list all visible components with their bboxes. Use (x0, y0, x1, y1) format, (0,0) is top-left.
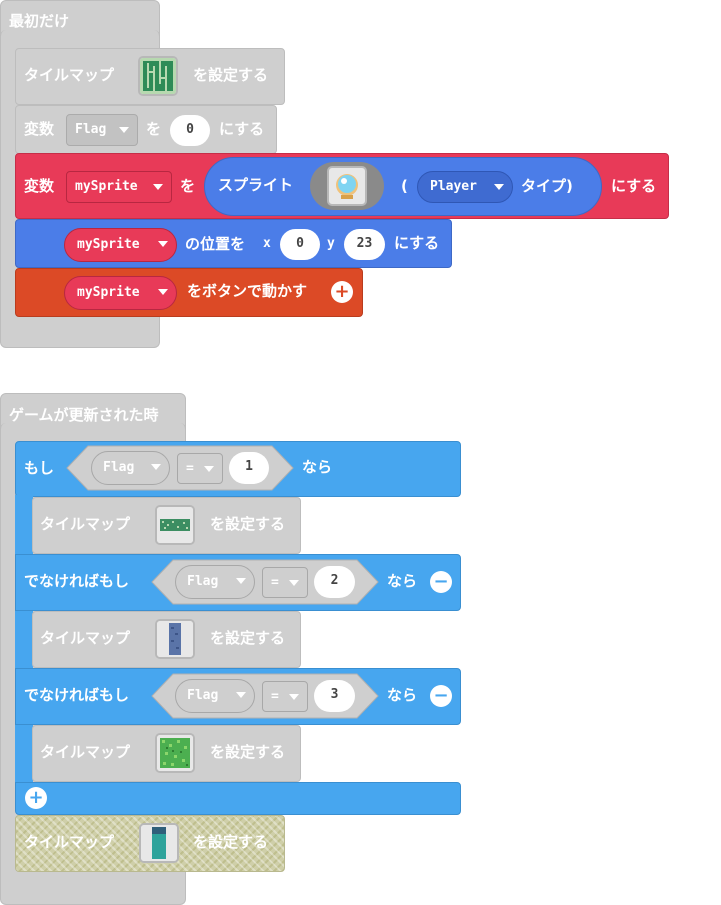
y-input[interactable]: 23 (344, 229, 385, 260)
else-if-label: でなければもし (24, 686, 130, 704)
set-variable-mid: を (146, 120, 162, 138)
set-tilemap-prefix: タイルマップ (40, 629, 131, 647)
compare-value-input[interactable]: 2 (314, 566, 355, 598)
plus-circle-icon[interactable]: + (331, 281, 353, 303)
move-with-buttons-label: をボタンで動かす (187, 282, 308, 300)
sprite-kind-suffix: タイプ) (521, 177, 573, 195)
set-sprite-prefix: 変数 (24, 177, 55, 195)
wide-green-tilemap-icon[interactable] (155, 505, 195, 545)
set-tilemap-suffix: を設定する (193, 66, 269, 84)
variable-dropdown-flag[interactable]: Flag (175, 565, 255, 599)
chevron-down-icon (236, 578, 246, 584)
variable-dropdown-flag[interactable]: Flag (91, 451, 170, 485)
chevron-down-icon (289, 580, 299, 586)
variable-dropdown-mysprite[interactable]: mySprite (66, 171, 172, 203)
set-tilemap-prefix: タイルマップ (40, 515, 131, 533)
y-label: y (327, 236, 335, 251)
operator-dropdown[interactable]: = (262, 567, 308, 598)
plus-circle-icon[interactable]: + (25, 787, 47, 809)
tall-blue-tilemap-icon[interactable] (155, 619, 195, 659)
create-sprite-label: スプライト (218, 176, 294, 194)
operator-dropdown[interactable]: = (177, 453, 223, 484)
set-position-suffix: にする (394, 234, 440, 252)
chevron-down-icon (289, 694, 299, 700)
minus-circle-icon[interactable]: − (430, 571, 452, 593)
set-position-mid: の位置を (185, 235, 246, 253)
then-label: なら (387, 686, 418, 704)
sprite-paren-open: ( (401, 177, 408, 195)
compare-value-input[interactable]: 3 (314, 680, 355, 712)
maze-tilemap-icon[interactable] (138, 56, 178, 96)
set-tilemap-prefix: タイルマップ (40, 743, 131, 761)
chevron-down-icon (153, 184, 163, 190)
variable-dropdown-flag[interactable]: Flag (175, 679, 255, 713)
x-label: x (263, 236, 271, 251)
if-block-footer (15, 782, 461, 815)
on-start-label: 最初だけ (9, 12, 70, 30)
chevron-down-icon (158, 241, 168, 247)
then-label: なら (302, 458, 333, 476)
set-variable-suffix: にする (219, 120, 265, 138)
set-tilemap-suffix: を設定する (193, 833, 269, 851)
set-variable-prefix: 変数 (24, 120, 55, 138)
if-label: もし (24, 459, 55, 477)
else-if-label: でなければもし (24, 572, 130, 590)
set-tilemap-suffix: を設定する (210, 515, 286, 533)
chevron-down-icon (236, 692, 246, 698)
x-input[interactable]: 0 (280, 229, 320, 260)
on-update-label: ゲームが更新された時 (9, 406, 159, 424)
chevron-down-icon (158, 289, 168, 295)
variable-dropdown-mysprite[interactable]: mySprite (64, 276, 177, 310)
set-tilemap-suffix: を設定する (210, 743, 286, 761)
compare-value-input[interactable]: 1 (229, 452, 269, 484)
chevron-down-icon (204, 466, 214, 472)
green-noise-tilemap-icon[interactable] (155, 733, 195, 773)
set-sprite-mid: を (180, 177, 196, 195)
operator-dropdown[interactable]: = (262, 681, 308, 712)
set-sprite-suffix: にする (611, 177, 657, 195)
then-label: なら (387, 572, 418, 590)
set-tilemap-prefix: タイルマップ (24, 66, 115, 84)
orb-sprite-icon[interactable] (327, 166, 367, 206)
chevron-down-icon (494, 184, 504, 190)
value-input-flag[interactable]: 0 (170, 115, 210, 146)
minus-circle-icon[interactable]: − (430, 685, 452, 707)
if-block-spine (15, 495, 33, 787)
sprite-kind-dropdown[interactable]: Player (417, 171, 513, 203)
teal-column-tilemap-icon[interactable] (139, 823, 179, 863)
variable-dropdown-flag[interactable]: Flag (66, 114, 138, 146)
set-tilemap-prefix: タイルマップ (24, 833, 115, 851)
chevron-down-icon (119, 127, 129, 133)
set-tilemap-suffix: を設定する (210, 629, 286, 647)
variable-dropdown-mysprite[interactable]: mySprite (64, 228, 177, 262)
chevron-down-icon (151, 464, 161, 470)
